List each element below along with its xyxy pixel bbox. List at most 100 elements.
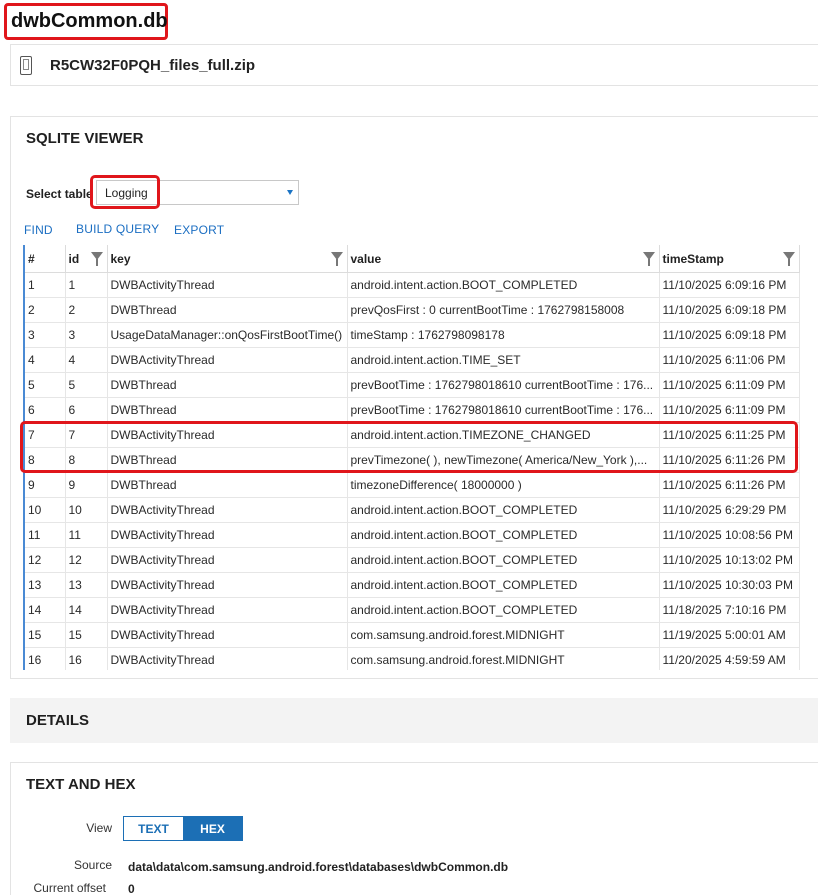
cell-timestamp: 11/18/2025 7:10:16 PM [659,597,800,623]
filter-icon[interactable] [642,252,655,266]
cell-key: DWBThread [107,397,348,423]
table-row[interactable]: 11 11 DWBActivityThread android.intent.acti… [25,522,800,548]
cell-index: 5 [25,372,66,398]
cell-id: 16 [65,647,108,670]
table-row[interactable]: 13 13 DWBActivityThread android.intent.acti… [25,572,800,598]
column-header-value[interactable]: value [347,245,660,273]
cell-index: 11 [25,522,66,548]
column-header-timestamp[interactable]: timeStamp [659,245,800,273]
cell-key: DWBThread [107,372,348,398]
file-bar: R5CW32F0PQH_files_full.zip [10,44,818,86]
cell-timestamp: 11/10/2025 6:11:09 PM [659,397,800,423]
cell-timestamp: 11/10/2025 10:30:03 PM [659,572,800,598]
cell-value: prevBootTime : 1762798018610 currentBoot… [347,397,660,423]
table-row[interactable]: 4 4 DWBActivityThread android.intent.action… [25,347,800,373]
column-header-key[interactable]: key [107,245,348,273]
cell-index: 10 [25,497,66,523]
cell-key: DWBActivityThread [107,647,348,670]
select-table-label: Select table [26,187,93,201]
table-row[interactable]: 2 2 DWBThread prevQosFirst : 0 currentBootT… [25,297,800,323]
table-header-row: # id key value timeStamp [25,245,800,273]
table-row[interactable]: 16 16 DWBActivityThread com.samsung.android… [25,647,800,670]
chevron-down-icon [287,190,293,195]
db-title-highlight: dwbCommon.db [4,3,168,40]
cell-id: 11 [65,522,108,548]
build-query-button[interactable]: BUILD QUERY [76,222,159,236]
selected-table-highlight [90,175,160,209]
offset-value: 0 [128,882,135,896]
cell-value: android.intent.action.BOOT_COMPLETED [347,572,660,598]
cell-timestamp: 11/10/2025 6:09:18 PM [659,297,800,323]
table-row[interactable]: 14 14 DWBActivityThread android.intent.acti… [25,597,800,623]
cell-index: 13 [25,572,66,598]
hex-view-button[interactable]: HEX [183,817,242,840]
view-toggle: TEXT HEX [123,816,243,841]
cell-index: 3 [25,322,66,348]
cell-key: DWBThread [107,472,348,498]
timezone-rows-highlight [20,421,798,473]
text-hex-title: TEXT AND HEX [26,776,136,793]
cell-key: DWBActivityThread [107,622,348,648]
cell-value: timeStamp : 1762798098178 [347,322,660,348]
cell-index: 15 [25,622,66,648]
cell-value: android.intent.action.TIME_SET [347,347,660,373]
cell-value: android.intent.action.BOOT_COMPLETED [347,597,660,623]
table-row[interactable]: 5 5 DWBThread prevBootTime : 1762798018610 … [25,372,800,398]
offset-label: Current offset [33,881,106,895]
cell-id: 9 [65,472,108,498]
cell-timestamp: 11/19/2025 5:00:01 AM [659,622,800,648]
cell-id: 15 [65,622,108,648]
find-button[interactable]: FIND [24,223,53,237]
column-header-id[interactable]: id [65,245,108,273]
cell-id: 3 [65,322,108,348]
table-row[interactable]: 3 3 UsageDataManager::onQosFirstBootTime()… [25,322,800,348]
cell-timestamp: 11/10/2025 6:11:09 PM [659,372,800,398]
db-title: dwbCommon.db [11,10,168,32]
cell-id: 10 [65,497,108,523]
cell-timestamp: 11/10/2025 6:09:18 PM [659,322,800,348]
cell-timestamp: 11/10/2025 6:09:16 PM [659,272,800,298]
text-view-button[interactable]: TEXT [124,817,183,840]
source-value: data\data\com.samsung.android.forest\dat… [128,860,509,874]
table-row[interactable]: 9 9 DWBThread timezoneDifference( 18000000 … [25,472,800,498]
cell-timestamp: 11/10/2025 10:13:02 PM [659,547,800,573]
details-title: DETAILS [26,712,90,729]
table-row[interactable]: 12 12 DWBActivityThread android.intent.acti… [25,547,800,573]
cell-id: 1 [65,272,108,298]
table-row[interactable]: 10 10 DWBActivityThread android.intent.acti… [25,497,800,523]
cell-index: 2 [25,297,66,323]
cell-index: 12 [25,547,66,573]
cell-value: prevQosFirst : 0 currentBootTime : 17627… [347,297,660,323]
file-name: R5CW32F0PQH_files_full.zip [50,56,256,74]
cell-id: 6 [65,397,108,423]
cell-id: 14 [65,597,108,623]
filter-icon[interactable] [90,252,103,266]
table-row[interactable]: 15 15 DWBActivityThread com.samsung.android… [25,622,800,648]
cell-id: 2 [65,297,108,323]
export-button[interactable]: EXPORT [174,223,224,237]
table-row[interactable]: 1 1 DWBActivityThread android.intent.action… [25,272,800,298]
filter-icon[interactable] [330,252,343,266]
cell-key: DWBActivityThread [107,597,348,623]
cell-value: prevBootTime : 1762798018610 currentBoot… [347,372,660,398]
cell-key: UsageDataManager::onQosFirstBootTime() [107,322,348,348]
sqlite-viewer-title: SQLITE VIEWER [26,130,144,147]
column-header-index[interactable]: # [25,245,66,273]
cell-key: DWBActivityThread [107,347,348,373]
cell-key: DWBActivityThread [107,272,348,298]
filter-icon[interactable] [782,252,795,266]
cell-index: 9 [25,472,66,498]
details-section[interactable]: DETAILS [10,698,818,743]
cell-value: timezoneDifference( 18000000 ) [347,472,660,498]
cell-index: 16 [25,647,66,670]
cell-index: 6 [25,397,66,423]
cell-timestamp: 11/20/2025 4:59:59 AM [659,647,800,670]
cell-key: DWBThread [107,297,348,323]
cell-id: 13 [65,572,108,598]
table-row[interactable]: 6 6 DWBThread prevBootTime : 1762798018610 … [25,397,800,423]
cell-value: com.samsung.android.forest.MIDNIGHT [347,622,660,648]
view-label: View [86,821,112,835]
cell-id: 12 [65,547,108,573]
phone-icon [20,55,32,75]
cell-value: com.samsung.android.forest.MIDNIGHT [347,647,660,670]
